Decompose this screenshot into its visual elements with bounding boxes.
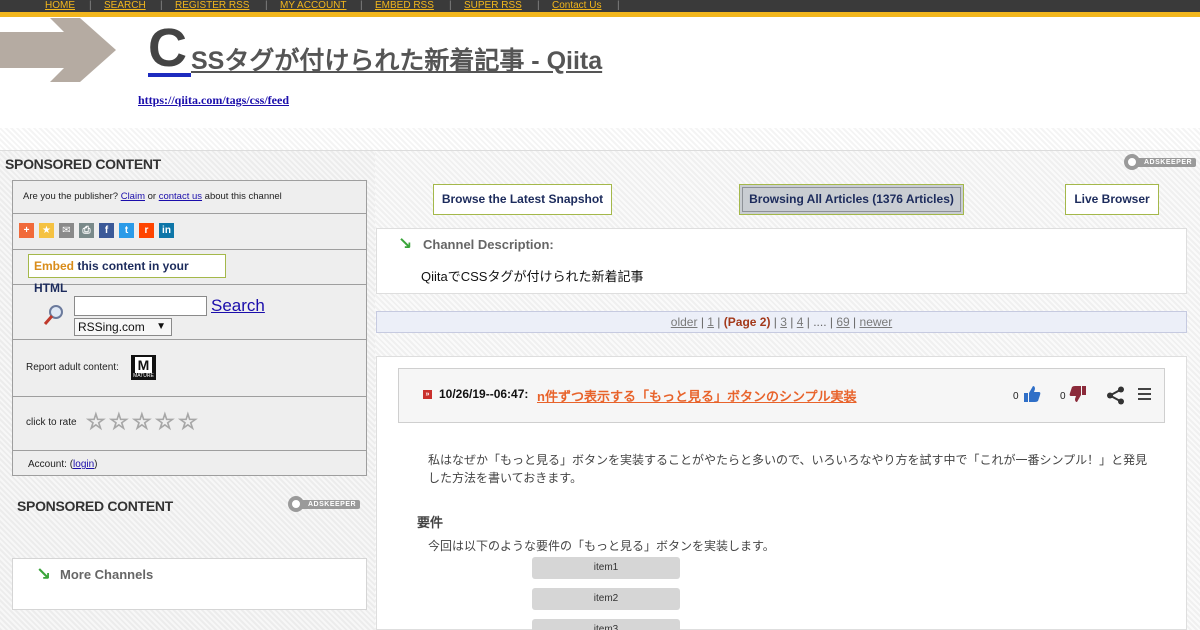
article-paragraph: 私はなぜか「もっと見る」ボタンを実装することがやたらと多いので、いろいろなやり方…	[428, 453, 1148, 485]
browse-latest-snapshot-button[interactable]: Browse the Latest Snapshot	[433, 184, 612, 215]
pager-page-1[interactable]: 1	[707, 315, 714, 329]
plus-icon[interactable]: +	[19, 223, 34, 238]
adskeeper-text: ADSKEEPER	[1136, 158, 1197, 167]
search-scope-value: RSSing.com	[78, 320, 145, 334]
rating-star-icon[interactable]: ☆	[155, 410, 176, 433]
channel-description-text: QiitaでCSSタグが付けられた新着記事	[421, 269, 644, 284]
nav-accent-stripe	[0, 12, 1200, 17]
article-bullet-icon: »	[423, 390, 432, 399]
pager-ellipsis: ....	[813, 315, 827, 329]
like-count: 0	[1013, 391, 1019, 402]
demo-item: item2	[532, 588, 680, 610]
nav-home[interactable]: HOME	[45, 0, 75, 12]
rating-star-icon[interactable]: ☆	[132, 410, 153, 433]
contact-us-link[interactable]: contact us	[159, 191, 202, 202]
more-channels-box	[12, 558, 367, 610]
account-line: Account: (login)	[28, 459, 98, 470]
report-adult-label: Report adult content:	[26, 362, 119, 373]
title-underline	[148, 73, 191, 77]
star-icon[interactable]: ★	[39, 223, 54, 238]
account-prefix: Account: (	[28, 459, 74, 470]
sponsored-label: SPONSORED CONTENT	[5, 156, 161, 172]
nav-separator: |	[265, 0, 268, 11]
article-intro: 今回は以下のような要件の「もっと見る」ボタンを実装します。	[428, 539, 775, 553]
share-icon[interactable]	[1106, 386, 1125, 405]
facebook-icon[interactable]: f	[99, 223, 114, 238]
article-date: 10/26/19--06:47:	[439, 387, 529, 401]
sponsored-label: SPONSORED CONTENT	[17, 498, 173, 514]
hamburger-menu-icon[interactable]	[1138, 388, 1151, 402]
nav-separator: |	[537, 0, 540, 11]
nav-contact-us[interactable]: Contact Us	[552, 0, 601, 12]
search-button[interactable]: Search	[211, 296, 265, 316]
article-heading: 要件	[417, 515, 444, 530]
nav-separator: |	[617, 0, 620, 11]
email-icon[interactable]: ✉	[59, 223, 74, 238]
demo-item: item1	[532, 557, 680, 579]
nav-my-account[interactable]: MY ACCOUNT	[280, 0, 347, 12]
browsing-all-articles-button[interactable]: Browsing All Articles (1376 Articles)	[739, 184, 964, 215]
nav-search[interactable]: SEARCH	[104, 0, 146, 12]
pager-page-last[interactable]: 69	[836, 315, 849, 329]
search-scope-select[interactable]: RSSing.com ▼	[74, 318, 172, 336]
embed-word: Embed	[34, 259, 75, 273]
reddit-icon[interactable]: r	[139, 223, 154, 238]
adskeeper-logo[interactable]: ADSKEEPER	[1124, 154, 1197, 170]
publisher-or: or	[144, 191, 159, 202]
rating-star-icon[interactable]: ☆	[109, 410, 130, 433]
thumbs-up-icon[interactable]	[1023, 385, 1041, 403]
pagination: older | 1 | (Page 2) | 3 | 4 | .... | 69…	[376, 311, 1187, 333]
print-icon[interactable]: ⎙	[79, 223, 94, 238]
claim-link[interactable]: Claim	[121, 191, 145, 202]
green-arrow-icon: ↘	[398, 234, 413, 253]
thumbs-down-icon[interactable]	[1069, 385, 1087, 403]
nav-super-rss[interactable]: SUPER RSS	[464, 0, 522, 12]
title-big-letter: C	[148, 18, 187, 78]
nav-embed-rss[interactable]: EMBED RSS	[375, 0, 434, 12]
nav-register-rss[interactable]: REGISTER RSS	[175, 0, 249, 12]
channel-description-label: Channel Description:	[423, 237, 554, 252]
mature-icon-letter: M	[135, 357, 152, 373]
publisher-suffix: about this channel	[202, 191, 282, 202]
mature-icon[interactable]: M MATURE	[131, 355, 156, 380]
page-title[interactable]: SSタグが付けられた新着記事 - Qiita	[191, 46, 602, 76]
rating-star-icon[interactable]: ☆	[178, 410, 199, 433]
nav-separator: |	[89, 0, 92, 11]
pager-current: (Page 2)	[723, 315, 771, 329]
header-band	[0, 128, 1200, 152]
account-suffix: )	[94, 459, 98, 470]
more-channels-link[interactable]: More Channels	[60, 567, 153, 582]
live-browser-button[interactable]: Live Browser	[1065, 184, 1159, 215]
feed-url-link[interactable]: https://qiita.com/tags/css/feed	[138, 93, 289, 108]
linkedin-icon[interactable]: in	[159, 223, 174, 238]
article-title-link[interactable]: n件ずつ表示する「もっと見る」ボタンのシンプル実装	[537, 386, 857, 405]
magnifier-icon	[43, 305, 63, 325]
nav-separator: |	[160, 0, 163, 11]
publisher-text: Are you the publisher? Claim or contact …	[23, 191, 282, 202]
rating-star-icon[interactable]: ☆	[86, 410, 107, 433]
login-link[interactable]: login	[73, 459, 94, 470]
adskeeper-text: ADSKEEPER	[300, 500, 361, 509]
rate-label: click to rate	[26, 417, 77, 428]
pager-page-3[interactable]: 3	[780, 315, 787, 329]
nav-separator: |	[360, 0, 363, 11]
green-arrow-icon: ↘	[36, 564, 52, 584]
twitter-icon[interactable]: t	[119, 223, 134, 238]
header-arrow-icon	[0, 18, 116, 82]
embed-button[interactable]: Embed this content in your HTML	[28, 254, 226, 295]
mature-icon-sub: MATURE	[133, 373, 154, 379]
pager-older[interactable]: older	[671, 315, 698, 329]
pager-page-4[interactable]: 4	[797, 315, 804, 329]
search-input[interactable]	[74, 296, 207, 316]
adskeeper-logo[interactable]: ADSKEEPER	[288, 496, 361, 512]
nav-separator: |	[449, 0, 452, 11]
dropdown-caret-icon: ▼	[156, 321, 166, 332]
publisher-prefix: Are you the publisher?	[23, 191, 121, 202]
pager-newer[interactable]: newer	[860, 315, 893, 329]
dislike-count: 0	[1060, 391, 1066, 402]
demo-item: item3	[532, 619, 680, 630]
browsing-all-articles-label: Browsing All Articles (1376 Articles)	[742, 187, 961, 212]
